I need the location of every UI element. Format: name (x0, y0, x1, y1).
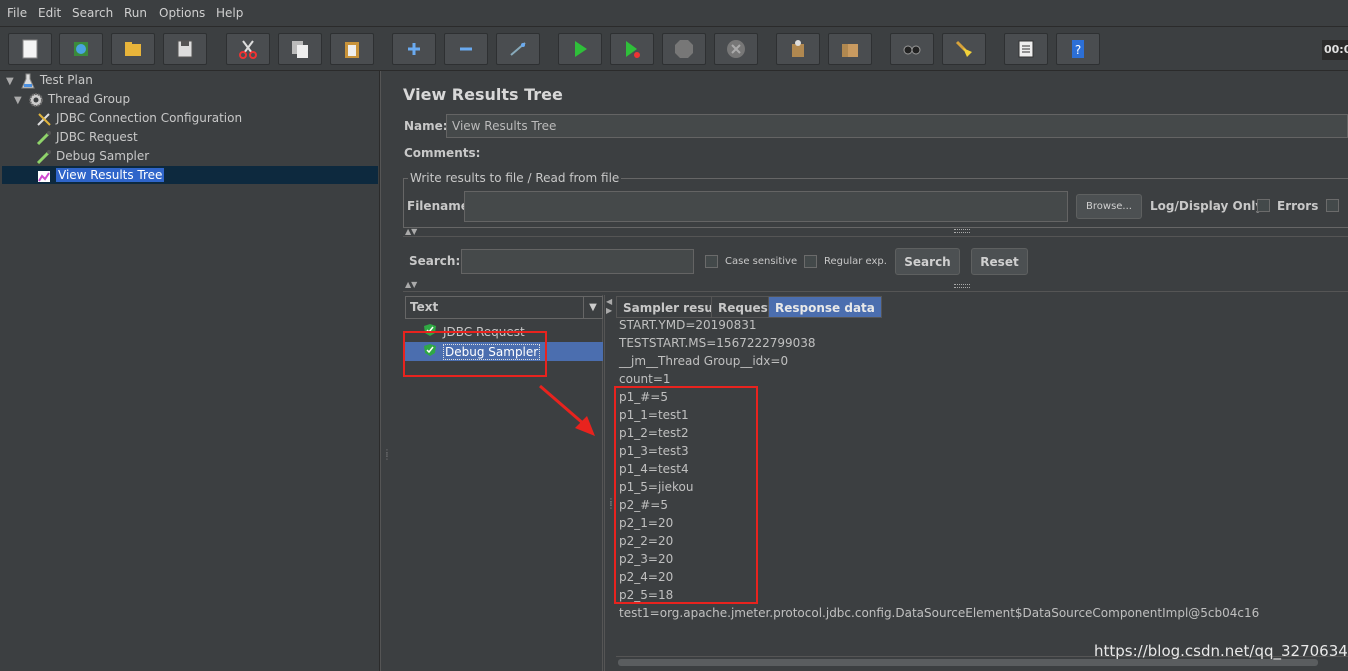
menu-bar: File Edit Search Run Options Help (0, 0, 1348, 27)
regular-exp-label: Regular exp. (824, 256, 887, 267)
clear-icon[interactable] (776, 33, 820, 65)
expand-icon[interactable] (392, 33, 436, 65)
scrollbar-thumb[interactable] (618, 659, 1318, 666)
tree-label: Test Plan (39, 73, 93, 87)
pipette-icon (36, 149, 52, 165)
annotation-box-samples (403, 331, 547, 377)
collapse-arrows-icon[interactable]: ▲▼ (405, 280, 417, 289)
split-grip-icon[interactable] (954, 284, 970, 288)
menu-help[interactable]: Help (216, 6, 243, 20)
start-no-pauses-icon[interactable] (610, 33, 654, 65)
menu-edit[interactable]: Edit (38, 6, 61, 20)
name-label: Name: (404, 119, 448, 133)
tree-item-debug-sampler[interactable]: Debug Sampler (36, 147, 149, 165)
start-icon[interactable] (558, 33, 602, 65)
tree-item-jdbc-connection-configuration[interactable]: JDBC Connection Configuration (36, 109, 242, 127)
write-results-legend: Write results to file / Read from file (408, 171, 622, 185)
menu-options[interactable]: Options (159, 6, 205, 20)
results-splitter[interactable]: ◀ ▶ ⋮ ⋮ (604, 295, 615, 671)
chevron-down-icon[interactable]: ▼ (583, 297, 602, 318)
paste-icon[interactable] (330, 33, 374, 65)
open-icon[interactable] (111, 33, 155, 65)
divider (403, 236, 1348, 237)
response-line: __jm__Thread Group__idx=0 (619, 354, 789, 368)
wrench-icon (36, 111, 52, 127)
splitter-grip-icon: ⋮ ⋮ (383, 448, 391, 461)
reset-button[interactable]: Reset (971, 248, 1028, 275)
collapse-arrows-icon[interactable]: ◀ ▶ (606, 297, 612, 315)
test-plan-tree: ▼ Test Plan ▼ Thread Group JDBC Connecti… (0, 71, 380, 671)
shutdown-icon[interactable] (714, 33, 758, 65)
regular-exp-checkbox[interactable] (804, 255, 817, 268)
search-label: Search: (409, 254, 461, 268)
errors-label: Errors (1277, 199, 1319, 213)
browse-button[interactable]: Browse... (1076, 194, 1142, 219)
collapse-icon[interactable] (444, 33, 488, 65)
tree-item-test-plan[interactable]: ▼ Test Plan (6, 71, 93, 89)
menu-file[interactable]: File (7, 6, 27, 20)
case-sensitive-checkbox[interactable] (705, 255, 718, 268)
successes-checkbox[interactable] (1326, 199, 1339, 212)
annotation-box-variables (614, 386, 758, 604)
toolbar: ? 00:0 (0, 27, 1348, 71)
help-icon[interactable]: ? (1056, 33, 1100, 65)
case-sensitive-label: Case sensitive (725, 256, 798, 267)
response-line: count=1 (619, 372, 671, 386)
split-grip-icon[interactable] (954, 229, 970, 233)
response-line: TESTSTART.MS=1567222799038 (619, 336, 816, 350)
comments-label: Comments: (404, 146, 481, 160)
name-input[interactable]: View Results Tree (446, 114, 1348, 138)
stop-icon[interactable] (662, 33, 706, 65)
menu-run[interactable]: Run (124, 6, 147, 20)
log-display-only-label: Log/Display Only: (1150, 199, 1268, 213)
tree-item-thread-group[interactable]: ▼ Thread Group (14, 90, 130, 108)
tree-label: View Results Tree (56, 168, 165, 182)
errors-checkbox[interactable] (1257, 199, 1270, 212)
pipette-icon (36, 130, 52, 146)
toggle-icon[interactable] (496, 33, 540, 65)
cut-icon[interactable] (226, 33, 270, 65)
flask-icon (20, 73, 36, 89)
svg-text:?: ? (1075, 43, 1081, 57)
renderer-select[interactable]: Text ▼ (405, 296, 603, 319)
new-icon[interactable] (8, 33, 52, 65)
expand-arrow-icon[interactable]: ▼ (14, 92, 24, 110)
search-button[interactable]: Search (895, 248, 960, 275)
expand-arrow-icon[interactable]: ▼ (6, 73, 16, 91)
menu-search[interactable]: Search (72, 6, 113, 20)
filename-input[interactable] (464, 191, 1068, 222)
search-icon[interactable] (890, 33, 934, 65)
tree-label: Debug Sampler (56, 149, 150, 163)
result-tabs: Sampler result Request Response data (616, 296, 1348, 319)
function-helper-icon[interactable] (1004, 33, 1048, 65)
tree-label: JDBC Request (56, 130, 138, 144)
search-input[interactable] (461, 249, 694, 274)
annotation-arrow-icon (539, 384, 595, 436)
filename-label: Filename (407, 199, 469, 213)
divider (403, 291, 1348, 292)
collapse-arrows-icon[interactable]: ▲▼ (405, 227, 417, 236)
clear-all-icon[interactable] (828, 33, 872, 65)
templates-icon[interactable] (59, 33, 103, 65)
save-icon[interactable] (163, 33, 207, 65)
renderer-select-value: Text (410, 300, 439, 314)
watermark: https://blog.csdn.net/qq_32706349 (1094, 642, 1348, 660)
tree-item-view-results-tree[interactable]: View Results Tree (2, 166, 378, 184)
tree-label: JDBC Connection Configuration (56, 111, 243, 125)
tree-item-jdbc-request[interactable]: JDBC Request (36, 128, 138, 146)
page-title: View Results Tree (403, 85, 563, 104)
tab-response-data[interactable]: Response data (768, 296, 882, 318)
chart-icon (36, 168, 52, 184)
response-line: START.YMD=20190831 (619, 318, 757, 332)
response-line: test1=org.apache.jmeter.protocol.jdbc.co… (619, 606, 1260, 620)
reset-search-icon[interactable] (942, 33, 986, 65)
elapsed-timer: 00:0 (1322, 40, 1348, 60)
vertical-splitter[interactable]: ⋮ ⋮ (380, 71, 391, 671)
tree-label: Thread Group (47, 92, 131, 106)
gear-icon (28, 92, 44, 108)
copy-icon[interactable] (278, 33, 322, 65)
